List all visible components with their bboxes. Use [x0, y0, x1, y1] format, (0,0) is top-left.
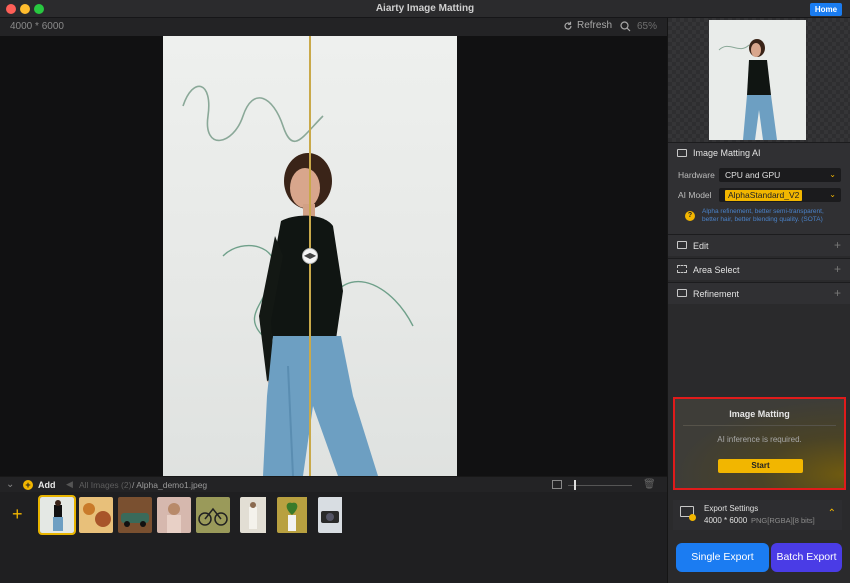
inference-message: AI inference is required. [717, 435, 802, 444]
export-format: PNG[RGBA][8 bits] [751, 516, 815, 525]
refresh-button[interactable]: Refresh [563, 20, 612, 31]
export-settings[interactable]: Export Settings 4000 * 6000 PNG[RGBA][8 … [673, 500, 842, 530]
add-images-button[interactable]: Add [38, 480, 56, 490]
ai-model-label: AI Model [678, 190, 712, 200]
thumbnail-2[interactable] [79, 497, 113, 533]
back-arrow-icon[interactable]: ◀ [66, 479, 73, 490]
add-icon[interactable]: + [23, 480, 33, 490]
breadcrumb-all-images[interactable]: All Images (2) [79, 480, 131, 490]
zoom-level-value: 65% [637, 21, 658, 32]
thumbnail-size-slider[interactable] [568, 485, 632, 486]
thumbnail-1[interactable] [38, 495, 76, 535]
thumbnail-8[interactable] [318, 497, 352, 533]
hardware-select[interactable]: CPU and GPU ⌄ [719, 168, 841, 182]
home-button[interactable]: Home [810, 3, 842, 16]
chevron-down-icon: ⌄ [829, 190, 836, 199]
ai-model-select[interactable]: AlphaStandard_V2 ⌄ [719, 188, 841, 202]
area-select-title: Area Select [693, 265, 740, 275]
compare-handle[interactable]: ◀▶ [302, 248, 318, 264]
thumbnail-size-slider-knob[interactable] [574, 480, 576, 490]
thumbnail-7[interactable] [277, 497, 311, 533]
divider [683, 425, 836, 426]
refresh-icon [564, 21, 572, 30]
window-title: Aiarty Image Matting [375, 3, 475, 14]
filmstrip-bar: ⌄ + Add ◀ All Images (2) / Alpha_demo1.j… [0, 476, 667, 492]
help-icon[interactable]: ? [685, 211, 695, 221]
thumbnail-6[interactable] [240, 497, 274, 533]
refinement-icon [677, 289, 687, 297]
expand-plus-icon[interactable]: + [834, 262, 841, 276]
trash-icon[interactable]: 🗑 [643, 479, 656, 490]
image-dimensions: 4000 * 6000 [10, 21, 64, 32]
image-icon [677, 149, 687, 157]
start-button[interactable]: Start [718, 459, 803, 473]
canvas-toolbar: 4000 * 6000 Refresh 65% ⌄ [0, 18, 667, 43]
edit-section[interactable]: Edit + [668, 234, 850, 256]
thumbnail-3[interactable] [118, 497, 152, 533]
thumbnail-4[interactable] [157, 497, 191, 533]
matting-preview [668, 18, 850, 142]
refinement-section[interactable]: Refinement + [668, 282, 850, 304]
image-size-icon [552, 480, 562, 489]
area-select-section[interactable]: Area Select + [668, 258, 850, 280]
collapse-icon[interactable]: ⌄ [6, 479, 14, 490]
chevron-down-icon: ⌄ [829, 170, 836, 179]
breadcrumb-current-file: / Alpha_demo1.jpeg [132, 480, 208, 490]
refinement-title: Refinement [693, 289, 740, 299]
export-dimensions: 4000 * 6000 [704, 516, 748, 525]
expand-plus-icon[interactable]: + [834, 238, 841, 252]
selection-icon [677, 265, 687, 273]
image-matting-title: Image Matting [729, 409, 790, 419]
expand-plus-icon[interactable]: + [834, 286, 841, 300]
image-matting-panel: Image Matting AI inference is required. … [673, 397, 846, 490]
app-window: Aiarty Image Matting Home 4000 * 6000 Re… [0, 0, 850, 583]
image-matting-ai-title: Image Matting AI [693, 148, 761, 158]
hardware-value: CPU and GPU [725, 170, 781, 180]
gear-icon [689, 514, 696, 521]
right-panel: Image Matting AI Hardware CPU and GPU ⌄ A… [667, 18, 850, 583]
batch-export-button[interactable]: Batch Export [771, 543, 842, 572]
split-arrows-icon: ◀▶ [303, 251, 317, 260]
add-plus-icon[interactable]: + [12, 504, 23, 525]
filmstrip: + [0, 492, 667, 582]
preview-thumbnail [709, 20, 806, 140]
hardware-label: Hardware [678, 170, 715, 180]
zoom-icon[interactable] [620, 21, 631, 32]
ai-model-value: AlphaStandard_V2 [725, 190, 803, 201]
title-bar: Aiarty Image Matting Home [0, 0, 850, 18]
single-export-button[interactable]: Single Export [676, 543, 769, 572]
image-matting-ai-section: Image Matting AI Hardware CPU and GPU ⌄ A… [668, 142, 850, 234]
refresh-label: Refresh [577, 20, 613, 31]
crop-icon [677, 241, 687, 249]
image-canvas[interactable] [0, 36, 667, 476]
edit-title: Edit [693, 241, 709, 251]
ai-model-description: Alpha refinement, better semi-transparen… [702, 208, 824, 223]
thumbnail-5[interactable] [196, 497, 230, 533]
export-settings-title: Export Settings [704, 504, 759, 513]
chevron-up-icon[interactable]: ⌃ [828, 508, 836, 519]
